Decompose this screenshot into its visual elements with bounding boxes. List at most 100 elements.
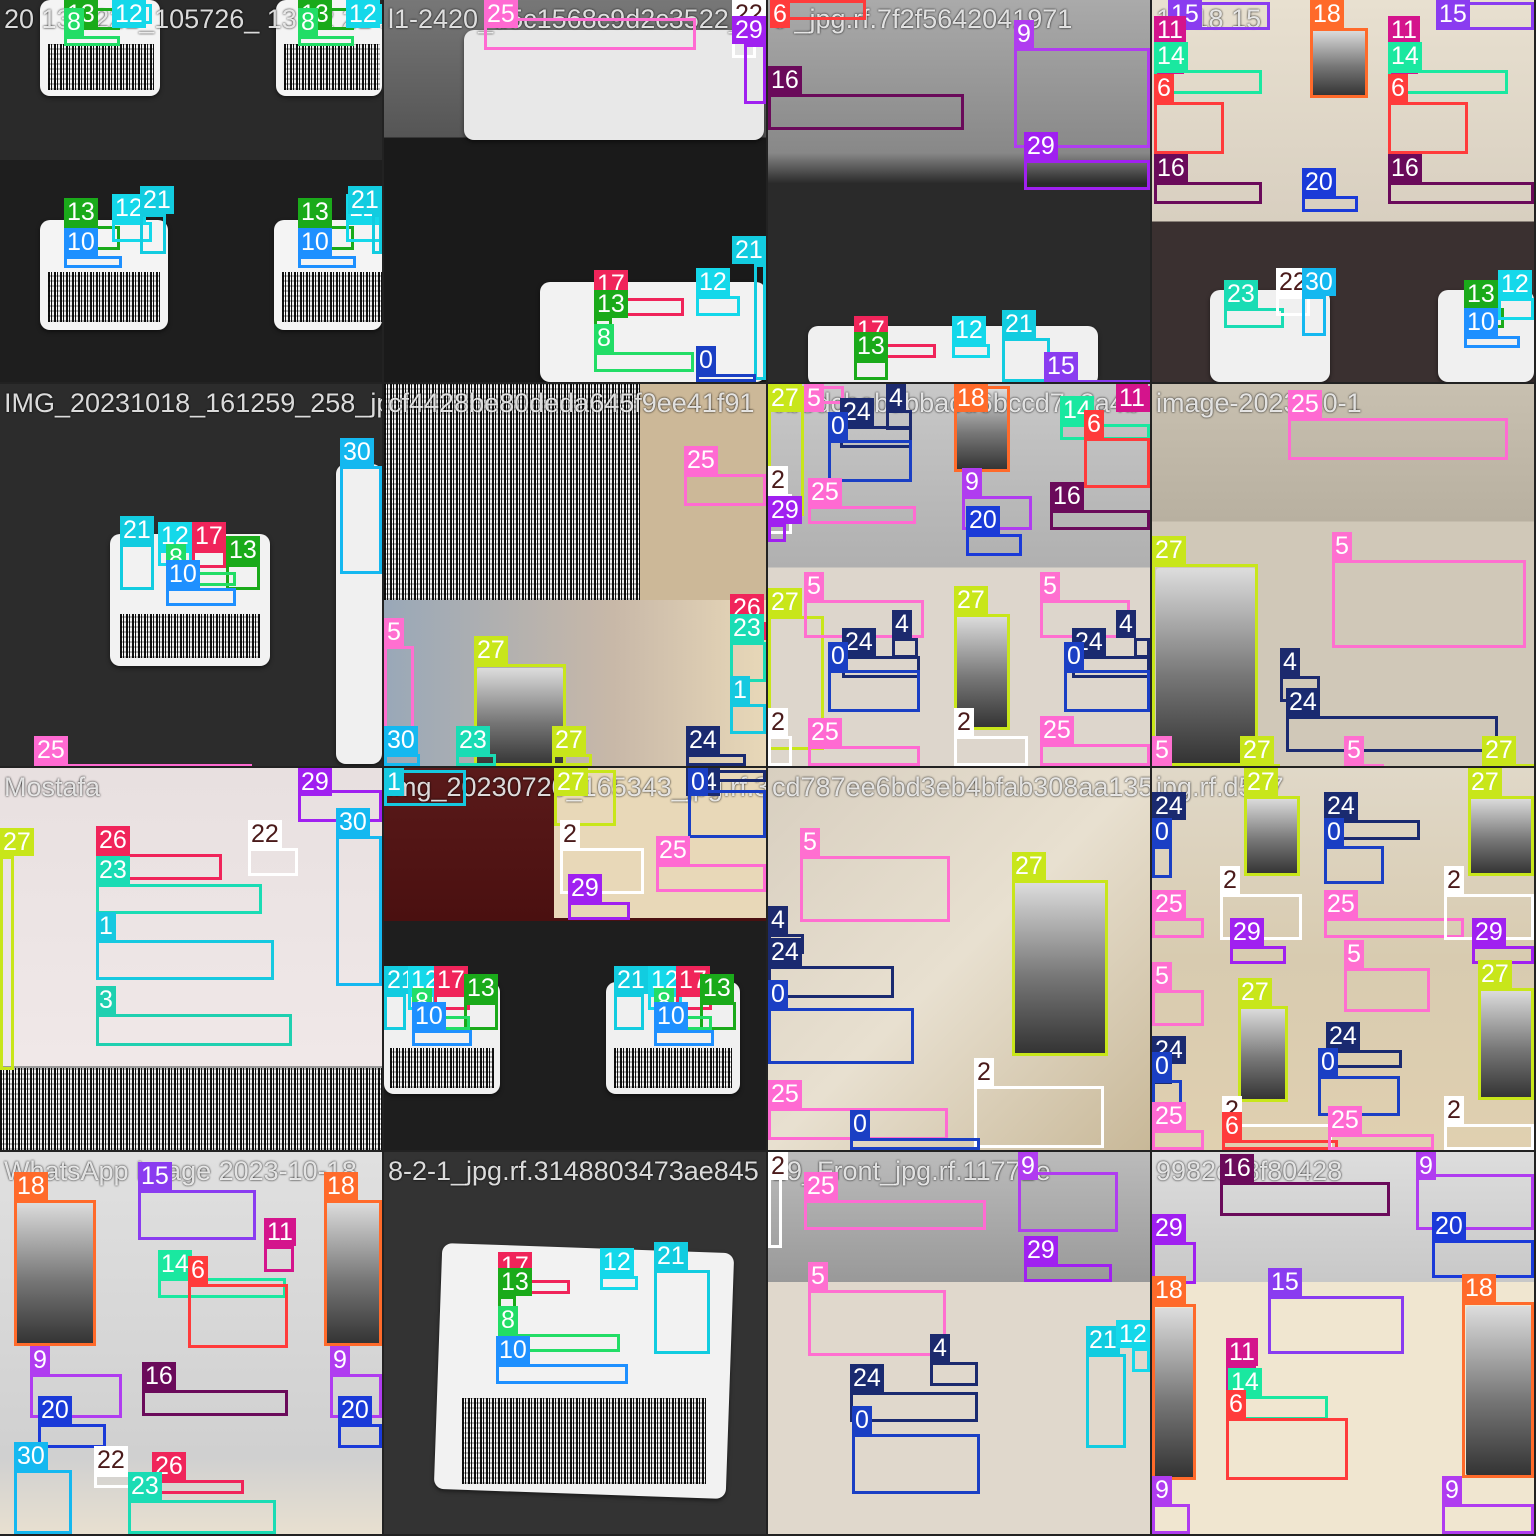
bbox-label: 9 [1152,1476,1172,1504]
bbox-label: 2 [1444,866,1464,894]
bbox-class-5 [808,1290,946,1356]
bbox-class-21 [754,264,766,380]
bbox-label: 21 [348,186,382,214]
bbox-class-5 [384,646,414,730]
bbox-label: 12 [346,0,380,28]
bbox-class-30 [14,1470,72,1534]
bbox-label: 20 [38,1396,72,1424]
tile-img: IMG_20231018_161259_258_jpg.rf.c30211217… [0,384,382,766]
bbox-label: 25 [656,836,690,864]
bbox-label: 16 [1154,154,1188,182]
bbox-label: 6 [770,0,790,28]
bbox-label: 21 [654,1242,688,1270]
bbox-class-2 [1444,1124,1534,1150]
bbox-label: 30 [14,1442,48,1470]
bbox-label: 13 [64,198,98,226]
bbox-label: 6 [188,1256,208,1284]
tile-6: 6 _jpg.rf.7f2f5642041971 6 16 9 29 17 13 12 21 15 [768,0,1150,382]
bbox-label: 9 [1018,1152,1038,1180]
tile-9982: 9982c98f8042816920291518181114699 [1152,1152,1534,1534]
bbox-class-25 [808,746,920,766]
bbox-label: 9 [330,1346,350,1374]
bbox-class-20 [1432,1240,1534,1278]
bbox-class-9 [1152,1504,1190,1534]
bbox-label: 21 [1002,310,1036,338]
bbox-label: 27 [1482,736,1516,764]
tile-cf: cf4428be80deda645f9ee41f91 25 26 23 1 5 27 30 23… [384,384,766,766]
bbox-label: 25 [768,1080,802,1108]
bbox-label: 5 [384,618,404,646]
bbox-label: 10 [1464,308,1498,336]
bbox-label: 22 [248,820,282,848]
bbox-label: 15 [138,1162,172,1190]
bbox-label: 23 [730,614,764,642]
bbox-label: 27 [954,586,988,614]
bbox-label: 12 [112,0,146,28]
bbox-label: 24 [1286,688,1320,716]
bbox-class-21 [654,1270,710,1354]
bbox-label: 2 [1444,1096,1464,1124]
bbox-class-21 [120,544,154,590]
bbox-class-21 [384,994,406,1030]
bbox-label: 27 [1240,736,1274,764]
bbox-class-0 [828,670,920,712]
bbox-class-30 [336,836,382,986]
bbox-class-30 [340,466,382,574]
bbox-label: 27 [768,588,802,616]
bbox-label: 25 [1152,1102,1186,1130]
bbox-label: 9 [1416,1152,1436,1180]
bbox-class-12 [1498,298,1534,320]
tile-filename: 8-2-1_jpg.rf.3148803473ae845 [388,1156,759,1186]
bbox-class-30 [384,754,420,766]
bbox-label: 25 [1288,390,1322,418]
bbox-label: 27 [1238,978,1272,1006]
bbox-label: 25 [1328,1106,1362,1134]
bbox-label: 23 [128,1472,162,1500]
bbox-label: 8 [64,8,84,36]
tile-cb8: cb8dcbebdbbacd6bccd7e2a4b275424018146119… [768,384,1150,766]
bbox-label: 20 [1432,1212,1466,1240]
tile-front: 29_Front_jpg.rf.11772e 2 25 9 29 5 4 24 0 21 12 [768,1152,1150,1534]
bbox-label: 12 [696,268,730,296]
bbox-class-20 [38,1424,106,1448]
bbox-label: 30 [336,808,370,836]
bbox-label: 30 [340,438,374,466]
bbox-label: 2 [1220,866,1240,894]
bbox-label: 12 [952,316,986,344]
bbox-label: 5 [800,828,820,856]
bbox-label: 25 [1040,716,1074,744]
bbox-class-6 [1226,1418,1348,1480]
bbox-label: 27 [1244,768,1278,796]
bbox-label: 5 [1152,962,1172,990]
bbox-class-21 [372,214,382,254]
bbox-label: 14 [158,1250,192,1278]
bbox-class-12 [1132,1348,1150,1372]
bbox-class-6 [1222,1140,1338,1150]
bbox-class-20 [966,534,1022,556]
bbox-label: 6 [1084,410,1104,438]
bbox-label: 17 [434,966,468,994]
bbox-class-8 [594,352,694,372]
bbox-label: 18 [954,384,988,412]
bbox-class-9 [1442,1504,1534,1534]
bbox-label: 0 [688,768,708,796]
bbox-label: 22 [94,1446,128,1474]
bbox-label: 15 [1268,1268,1302,1296]
bbox-class-5 [1332,560,1526,648]
bbox-class-25 [1040,744,1150,766]
bbox-class-0 [768,1008,914,1064]
bbox-label: 18 [1152,1276,1186,1304]
bbox-label: 11 [1154,16,1186,44]
bbox-label: 5 [1040,572,1060,600]
bbox-label: 8 [298,8,318,36]
bbox-class-29 [568,902,630,920]
bbox-class-0 [1324,846,1384,884]
bbox-class-21 [140,214,166,254]
tile-filename: cf4428be80deda645f9ee41f91 [388,388,755,418]
bbox-label: 0 [1324,818,1344,846]
bbox-class-12 [696,296,740,316]
bbox-label: 16 [1220,1154,1254,1182]
bbox-class-18 [14,1200,96,1346]
bbox-class-16 [1388,182,1534,204]
bbox-class-6 [188,1284,288,1348]
